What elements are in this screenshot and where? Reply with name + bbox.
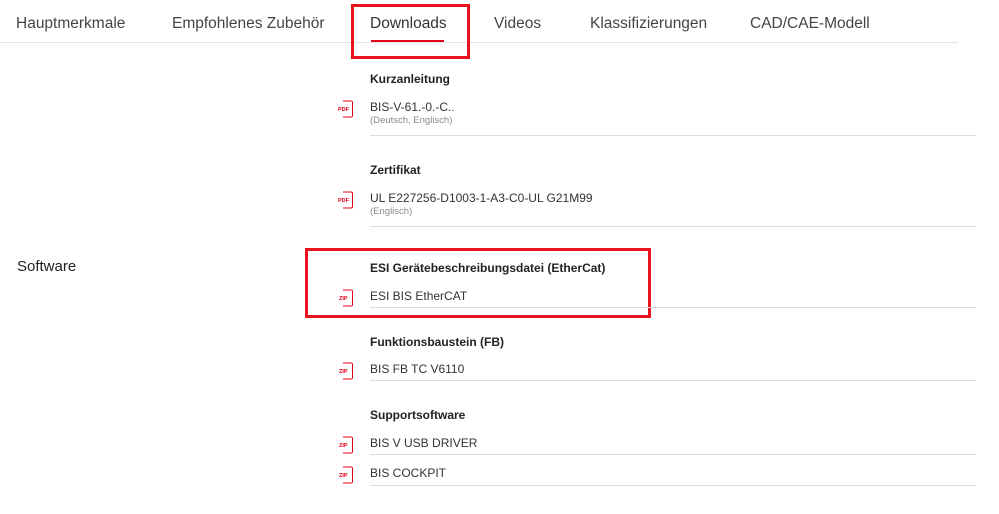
- svg-text:ZIP: ZIP: [339, 443, 348, 449]
- section-title-esi: ESI Gerätebeschreibungsdatei (EtherCat): [370, 261, 606, 275]
- section-title-funktionsbaustein: Funktionsbaustein (FB): [370, 335, 504, 349]
- zip-file-icon: ZIP: [339, 289, 353, 307]
- svg-text:PDF: PDF: [338, 198, 350, 204]
- pdf-file-icon: PDF: [338, 191, 353, 209]
- software-section-label: Software: [17, 258, 77, 275]
- svg-text:ZIP: ZIP: [339, 369, 348, 375]
- tab-bar: Hauptmerkmale Empfohlenes Zubehör Downlo…: [0, 0, 958, 43]
- file-name-link[interactable]: BIS-V-61.-0.-C..: [370, 100, 455, 114]
- file-name-link[interactable]: BIS COCKPIT: [370, 466, 446, 480]
- section-title-supportsoftware: Supportsoftware: [370, 408, 466, 422]
- file-language: (Deutsch, Englisch): [370, 115, 453, 126]
- tab-hauptmerkmale[interactable]: Hauptmerkmale: [16, 15, 125, 33]
- divider: [370, 380, 976, 381]
- svg-text:ZIP: ZIP: [339, 296, 348, 302]
- divider: [370, 226, 976, 227]
- divider: [370, 485, 976, 486]
- tab-klassifizierungen[interactable]: Klassifizierungen: [590, 15, 707, 33]
- svg-text:PDF: PDF: [338, 107, 350, 113]
- divider: [370, 135, 976, 136]
- section-title-kurzanleitung: Kurzanleitung: [370, 72, 450, 86]
- tab-cad-cae-modell[interactable]: CAD/CAE-Modell: [750, 15, 870, 33]
- downloads-tab-highlight: [351, 4, 470, 59]
- zip-file-icon: ZIP: [339, 466, 353, 484]
- section-title-zertifikat: Zertifikat: [370, 163, 421, 177]
- divider: [370, 307, 976, 308]
- file-name-link[interactable]: ESI BIS EtherCAT: [370, 289, 467, 303]
- file-name-link[interactable]: BIS FB TC V6110: [370, 362, 464, 376]
- zip-file-icon: ZIP: [339, 436, 353, 454]
- file-language: (Englisch): [370, 206, 413, 217]
- pdf-file-icon: PDF: [338, 100, 353, 118]
- tab-videos[interactable]: Videos: [494, 15, 541, 33]
- file-name-link[interactable]: UL E227256-D1003-1-A3-C0-UL G21M99: [370, 191, 593, 205]
- file-name-link[interactable]: BIS V USB DRIVER: [370, 436, 477, 450]
- svg-text:ZIP: ZIP: [339, 473, 348, 479]
- zip-file-icon: ZIP: [339, 362, 353, 380]
- tab-empfohlenes-zubehoer[interactable]: Empfohlenes Zubehör: [172, 15, 325, 33]
- divider: [370, 454, 976, 455]
